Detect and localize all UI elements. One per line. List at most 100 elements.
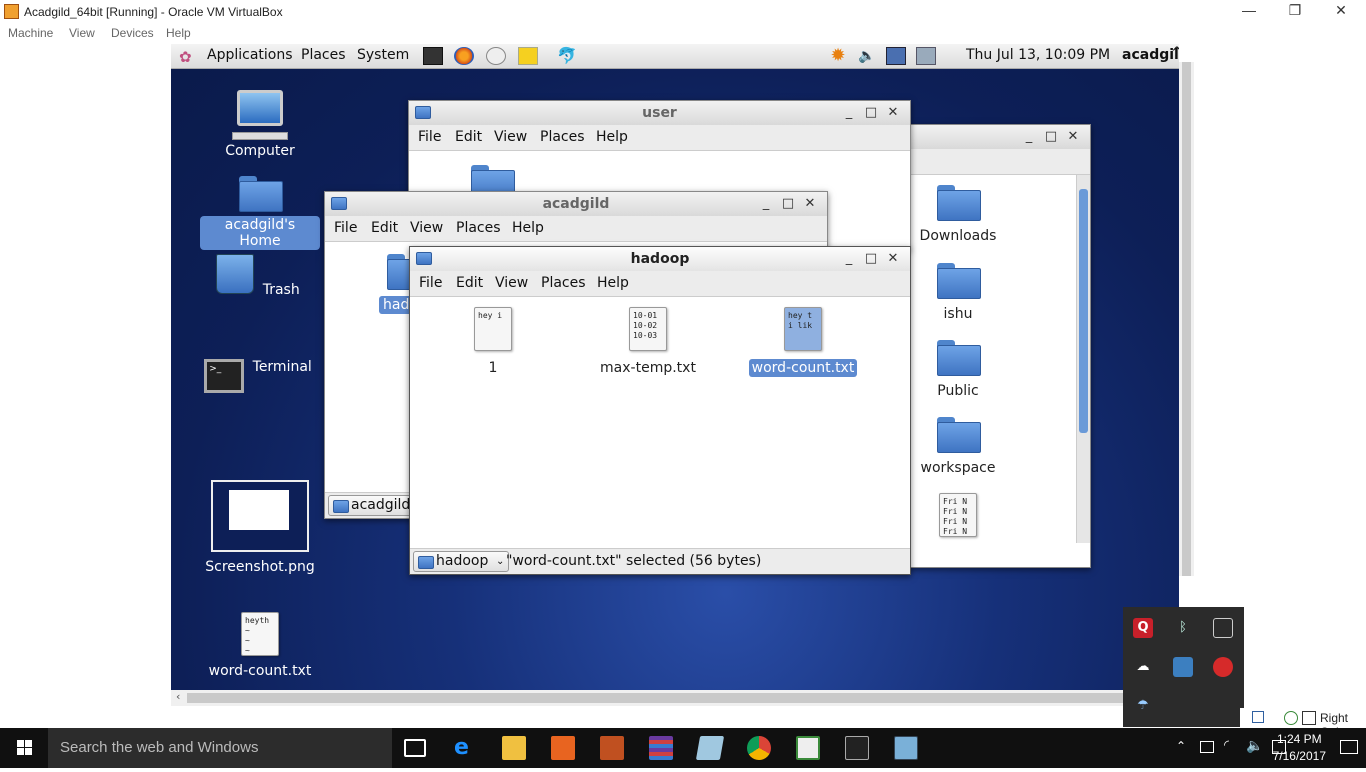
vbox-menu-help[interactable]: Help [166, 26, 191, 40]
desktop-icon-computer[interactable]: Computer [200, 90, 320, 160]
vbox-menu-view[interactable]: View [69, 26, 95, 40]
folder-public[interactable]: Public [903, 340, 1013, 400]
app-tray-icon[interactable] [1173, 657, 1193, 677]
file-item[interactable]: Fri N Fri N Fri N Fri N [903, 493, 1013, 541]
minimize-icon[interactable]: _ [838, 247, 860, 271]
desktop-icon-word-count[interactable]: heyth ~ ~ ~ word-count.txt [200, 612, 320, 680]
file-item[interactable]: hey i 1 [438, 307, 548, 377]
menu-file[interactable]: File [418, 129, 441, 145]
file-explorer-icon[interactable] [502, 736, 526, 760]
location-crumb[interactable]: acadgild [328, 495, 416, 516]
action-center-icon[interactable] [1340, 740, 1358, 754]
start-button[interactable] [0, 728, 48, 768]
menu-edit[interactable]: Edit [456, 275, 483, 291]
menu-file[interactable]: File [419, 275, 442, 291]
menu-help[interactable]: Help [596, 129, 628, 145]
menu-view[interactable]: View [494, 129, 527, 145]
vbox-status-icon[interactable] [1252, 711, 1264, 723]
edge-icon[interactable]: e [454, 736, 478, 760]
window-titlebar[interactable]: _ □ ✕ [901, 125, 1090, 149]
virtualbox-taskbar-icon[interactable] [894, 736, 918, 760]
folder-workspace[interactable]: workspace [903, 417, 1013, 477]
winrar-icon[interactable] [649, 736, 673, 760]
security-tray-icon[interactable] [1213, 657, 1233, 677]
chevron-up-icon[interactable]: ⌃ [1176, 739, 1186, 753]
scrollbar-thumb[interactable] [1079, 189, 1088, 433]
cmd-icon[interactable] [845, 736, 869, 760]
maximize-icon[interactable]: □ [860, 101, 882, 125]
home-vertical-scrollbar[interactable] [1076, 175, 1090, 543]
wifi-icon[interactable]: ◜ [1224, 738, 1229, 753]
menu-places[interactable]: Places [540, 129, 585, 145]
vbox-menu-devices[interactable]: Devices [111, 26, 154, 40]
volume-icon[interactable]: 🔈 [1246, 738, 1263, 754]
close-icon[interactable]: ✕ [799, 192, 821, 216]
minimize-icon[interactable]: _ [1018, 125, 1040, 149]
task-view-icon[interactable] [404, 739, 426, 757]
maximize-icon[interactable]: □ [860, 247, 882, 271]
minimize-icon[interactable]: _ [838, 101, 860, 125]
window-home[interactable]: _ □ ✕ Downloads ishu Public workspace Fri … [900, 124, 1091, 568]
window-titlebar[interactable]: user _ □ ✕ [409, 101, 910, 125]
notes-icon[interactable] [518, 47, 538, 65]
menu-help[interactable]: Help [597, 275, 629, 291]
app-icon[interactable] [600, 736, 624, 760]
onedrive-icon[interactable]: ☁ [1133, 657, 1153, 677]
vbox-network-icon[interactable] [1284, 711, 1298, 725]
menu-places[interactable]: Places [541, 275, 586, 291]
minimize-button[interactable]: — [1226, 2, 1272, 22]
minimize-icon[interactable]: _ [755, 192, 777, 216]
scrollbar-thumb[interactable] [187, 693, 1163, 703]
menu-view[interactable]: View [410, 220, 443, 236]
desktop-icon-screenshot[interactable]: Screenshot.png [200, 480, 320, 576]
window-hadoop[interactable]: hadoop _ □ ✕ File Edit View Places Help he… [409, 246, 911, 575]
close-icon[interactable]: ✕ [882, 247, 904, 271]
battery-icon[interactable] [1200, 741, 1214, 753]
panel-menu-applications[interactable]: Applications [207, 47, 293, 63]
close-button[interactable]: ✕ [1318, 2, 1364, 22]
chrome-icon[interactable] [747, 736, 771, 760]
menu-edit[interactable]: Edit [371, 220, 398, 236]
menu-edit[interactable]: Edit [455, 129, 482, 145]
location-dropdown[interactable]: hadoop ⌄ [413, 551, 510, 572]
window-titlebar[interactable]: acadgild _ □ ✕ [325, 192, 827, 216]
vbox-horizontal-scrollbar[interactable]: ‹ [171, 690, 1179, 706]
taskbar-clock[interactable]: 1:24 PM 7/16/2017 [1273, 731, 1326, 765]
maximize-icon[interactable]: □ [1040, 125, 1062, 149]
vbox-mouse-icon[interactable] [1302, 711, 1316, 725]
scrollbar-thumb[interactable] [1182, 62, 1191, 576]
menu-file[interactable]: File [334, 220, 357, 236]
folder-ishu[interactable]: ishu [903, 263, 1013, 323]
file-item[interactable]: 10-01 10-02 10-03 max-temp.txt [593, 307, 703, 377]
notepad-icon[interactable] [796, 736, 820, 760]
display-icon[interactable] [1213, 618, 1233, 638]
menu-view[interactable]: View [495, 275, 528, 291]
folder-downloads[interactable]: Downloads [903, 185, 1013, 245]
maximize-icon[interactable]: □ [777, 192, 799, 216]
bluetooth-icon[interactable]: ᛒ [1173, 618, 1193, 638]
vbox-vertical-scrollbar[interactable] [1179, 62, 1194, 576]
dolphin-icon[interactable]: 🐬 [557, 47, 577, 65]
close-icon[interactable]: ✕ [1062, 125, 1084, 149]
app-icon[interactable] [695, 736, 725, 760]
desktop-icon-terminal[interactable]: >_ Terminal [200, 356, 320, 393]
search-box[interactable]: Search the web and Windows [48, 728, 392, 768]
panel-clock[interactable]: Thu Jul 13, 10:09 PM [966, 47, 1110, 63]
update-notifier-icon[interactable]: ✹ [828, 47, 848, 65]
clock-app-icon[interactable] [486, 47, 506, 65]
menu-help[interactable]: Help [512, 220, 544, 236]
close-icon[interactable]: ✕ [882, 101, 904, 125]
file-item-selected[interactable]: hey t i lik word-count.txt [748, 307, 858, 377]
quick-heal-icon[interactable]: Q [1133, 618, 1153, 638]
office-icon[interactable] [551, 736, 575, 760]
desktop-icon-home[interactable]: acadgild's Home [200, 176, 320, 250]
network-icon[interactable] [886, 47, 906, 65]
panel-menu-places[interactable]: Places [301, 47, 346, 63]
battery-icon[interactable] [916, 47, 936, 65]
scroll-left-icon[interactable]: ‹ [176, 690, 180, 703]
panel-menu-system[interactable]: System [357, 47, 409, 63]
vbox-menu-machine[interactable]: Machine [8, 26, 53, 40]
window-titlebar[interactable]: hadoop _ □ ✕ [410, 247, 910, 271]
desktop-icon-trash[interactable]: Trash [200, 254, 320, 299]
restore-button[interactable]: ❐ [1272, 2, 1318, 22]
